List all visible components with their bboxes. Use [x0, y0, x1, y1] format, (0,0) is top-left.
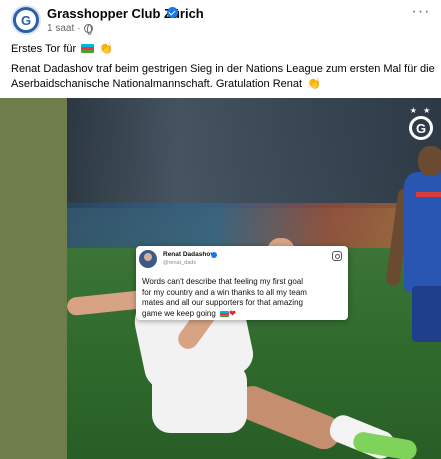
ig-avatar — [139, 250, 157, 268]
ig-handle: @renat_dads — [163, 260, 197, 266]
logo-stars: ★ ★ — [409, 106, 433, 115]
page-name-link[interactable]: Grasshopper Club Zürich — [47, 6, 204, 21]
azerbaijan-flag-icon — [81, 44, 95, 53]
caption-line-2: Renat Dadashov traf beim gestrigen Sieg … — [11, 63, 435, 75]
page-avatar[interactable]: G — [11, 5, 41, 35]
post-header: G Grasshopper Club Zürich 1 saat · ··· — [0, 0, 441, 40]
instagram-quote-card: Renat Dadashov @renat_dads Words can't d… — [136, 246, 348, 320]
ig-quote-line: Words can't describe that feeling my fir… — [142, 277, 304, 286]
gc-logo-icon: G — [16, 10, 36, 30]
caption-text-1: Erstes Tor für — [11, 43, 77, 55]
caption-line-3: Aserbaidschanische Nationalmannschaft. G… — [11, 77, 321, 90]
heart-icon: ❤ — [229, 308, 236, 318]
ig-quote-line-last: game we keep going ❤ — [142, 309, 344, 320]
post-meta: 1 saat · — [47, 23, 93, 35]
instagram-icon — [332, 251, 342, 261]
verified-badge-icon — [167, 7, 178, 18]
media-side-panel — [0, 98, 67, 459]
ig-quote-text: Words can't describe that feeling my fir… — [142, 277, 344, 319]
gc-watermark-logo: ★ ★ G — [406, 106, 436, 146]
globe-icon — [83, 24, 93, 35]
caption-text-3: Aserbaidschanische Nationalmannschaft. G… — [11, 78, 303, 90]
clapping-hands-icon: 👏 — [307, 78, 321, 90]
ig-quote-line: game we keep going — [142, 308, 216, 318]
ig-verified-icon — [211, 252, 217, 258]
meta-separator: · — [77, 23, 81, 34]
post-media[interactable]: 9 ★ ★ G Renat Dadashov @renat_dads Words… — [0, 98, 441, 459]
more-options-icon[interactable]: ··· — [408, 4, 434, 25]
caption-line-1: Erstes Tor für 👏 — [11, 42, 113, 55]
ig-quote-line: for my country and a win thanks to all m… — [142, 287, 307, 297]
azerbaijan-flag-icon — [220, 310, 230, 317]
player-leg — [230, 381, 346, 454]
logo-ring: G — [409, 116, 433, 140]
ig-quote-line: mates and all our supporters for that am… — [142, 298, 303, 307]
ig-username: Renat Dadashov — [163, 251, 214, 258]
clapping-hands-icon: 👏 — [99, 43, 114, 55]
post-timestamp[interactable]: 1 saat — [47, 23, 74, 34]
